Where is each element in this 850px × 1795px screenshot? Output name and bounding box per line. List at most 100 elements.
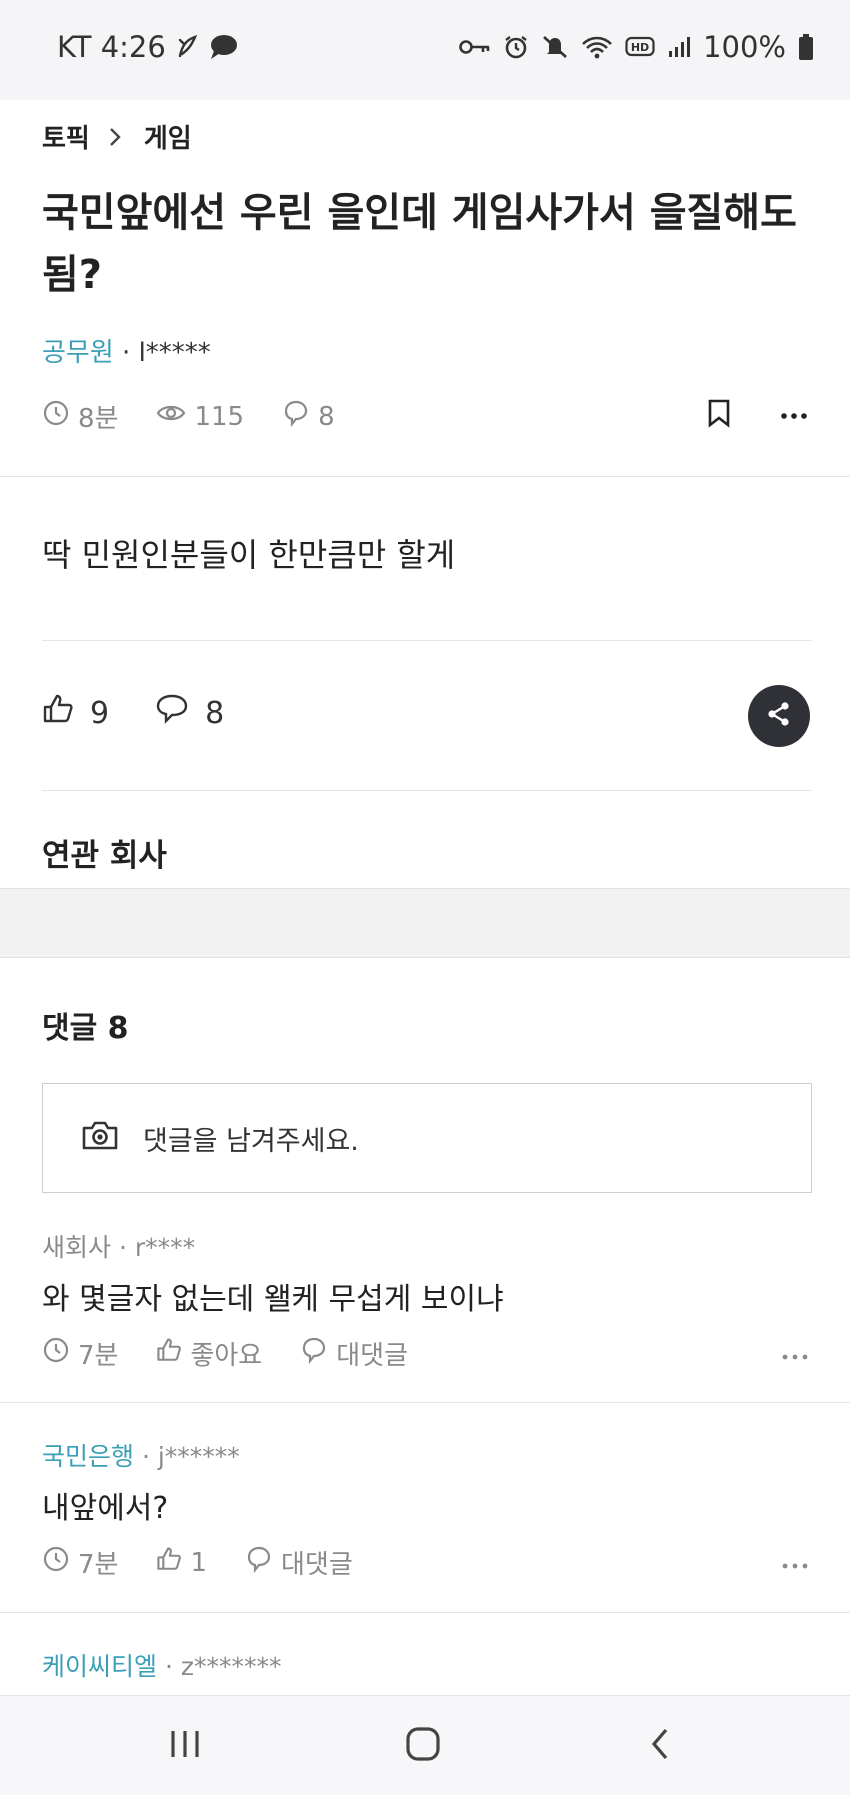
comment-text: 내앞에서? <box>42 1491 169 1526</box>
clock-icon <box>42 1545 70 1580</box>
author-separator: · <box>113 338 139 368</box>
thumbs-up-icon <box>42 693 74 733</box>
comment-input[interactable]: 댓글을 남겨주세요. <box>42 1083 812 1193</box>
system-nav-bar <box>0 1695 850 1795</box>
eye-icon <box>156 401 186 432</box>
more-options-icon[interactable] <box>780 406 808 425</box>
comment-reply-button[interactable]: 대댓글 <box>300 1335 408 1372</box>
post-time-text: 8분 <box>78 404 119 434</box>
author-company-link[interactable]: 공무원 <box>42 338 114 368</box>
post-views: 115 <box>156 401 244 432</box>
back-icon <box>648 1726 672 1766</box>
reaction-divider <box>42 790 812 791</box>
post-body: 딱 민원인분들이 한만큼만 할게 <box>42 536 456 574</box>
comment-author: 새회사 · r**** <box>42 1228 195 1264</box>
post-comments-text: 8 <box>318 401 335 432</box>
chevron-right-icon <box>108 125 126 149</box>
comment-divider <box>0 1402 850 1403</box>
comment-reply-label: 대댓글 <box>336 1341 408 1371</box>
carrier-time: KT 4:26 <box>57 30 166 64</box>
comment-count: 8 <box>205 695 225 731</box>
comment-like-button[interactable]: 좋아요 <box>156 1335 262 1372</box>
chat-bubble-icon <box>208 33 238 61</box>
post-time: 8분 <box>42 398 118 435</box>
thumbs-up-icon <box>156 1546 182 1579</box>
signal-icon <box>667 35 691 59</box>
status-left: KT 4:26 <box>57 30 238 64</box>
comment-author: 국민은행 · j****** <box>42 1437 240 1473</box>
post-meta: 8분 115 8 <box>42 398 335 435</box>
post-views-text: 115 <box>194 401 245 432</box>
share-button[interactable] <box>748 685 810 747</box>
comment-company-link[interactable]: 케이씨티엘 <box>42 1652 157 1681</box>
comment-like-count: 1 <box>190 1547 208 1578</box>
recent-apps-icon <box>167 1727 203 1765</box>
hd-icon: HD <box>625 35 655 59</box>
thumbs-up-icon <box>156 1337 182 1370</box>
comment-icon <box>300 1336 328 1371</box>
comment-company: 새회사 <box>42 1233 112 1262</box>
more-options-icon[interactable] <box>782 1346 808 1365</box>
comment-reply-button[interactable]: 대댓글 <box>245 1544 353 1581</box>
status-bar: KT 4:26 HD 100% <box>0 0 850 100</box>
comment-like-button[interactable]: 1 <box>156 1546 207 1579</box>
share-icon <box>765 700 793 732</box>
comment-reply-label: 대댓글 <box>281 1550 353 1580</box>
comment-icon <box>245 1545 273 1580</box>
comment-time-text: 7분 <box>78 1341 119 1371</box>
header-divider <box>0 476 850 477</box>
related-companies-title: 연관 회사 <box>42 838 167 874</box>
comment-input-placeholder: 댓글을 남겨주세요. <box>143 1125 359 1157</box>
clock-icon <box>42 1336 70 1371</box>
section-separator <box>0 888 850 958</box>
post-comments: 8 <box>282 399 335 434</box>
clock-icon <box>42 399 70 434</box>
comment-author-separator: · <box>111 1233 135 1262</box>
comment-author: 케이씨티엘 · z******* <box>42 1647 281 1683</box>
comment-user: r**** <box>134 1233 196 1262</box>
post-actions <box>706 398 808 432</box>
bookmark-icon[interactable] <box>706 398 732 432</box>
comments-title: 댓글 8 <box>42 1011 129 1046</box>
comment-user: j****** <box>157 1442 240 1471</box>
home-icon <box>404 1725 442 1767</box>
comment-author-separator: · <box>134 1442 158 1471</box>
comment-company-link[interactable]: 국민은행 <box>42 1442 134 1471</box>
wifi-icon <box>581 34 613 60</box>
comment-meta: 7분 1 대댓글 <box>42 1544 353 1581</box>
body-divider <box>42 640 812 641</box>
mute-icon <box>541 34 569 60</box>
comment-meta: 7분 좋아요 대댓글 <box>42 1335 408 1372</box>
battery-icon <box>798 33 814 61</box>
comment-button[interactable]: 8 <box>155 693 224 733</box>
status-right: HD 100% <box>459 30 814 64</box>
post-title: 국민앞에선 우린 을인데 게임사가서 을질해도 됨? <box>42 190 797 298</box>
camera-icon[interactable] <box>81 1119 119 1158</box>
recent-apps-button[interactable] <box>155 1724 215 1768</box>
reaction-row: 9 8 <box>42 693 224 733</box>
like-count: 9 <box>90 695 110 731</box>
alarm-icon <box>503 34 529 60</box>
comment-time: 7분 <box>42 1335 118 1372</box>
back-button[interactable] <box>630 1724 690 1768</box>
comment-bubble-icon <box>155 693 189 733</box>
post-author: 공무원 · l***** <box>42 332 211 369</box>
more-options-icon[interactable] <box>782 1555 808 1574</box>
comment-time-text: 7분 <box>78 1550 119 1580</box>
comment-icon <box>282 399 310 434</box>
comment-like-label: 좋아요 <box>190 1341 263 1371</box>
author-id: l***** <box>138 338 211 368</box>
key-icon <box>459 37 491 57</box>
like-button[interactable]: 9 <box>42 693 109 733</box>
breadcrumb-root[interactable]: 토픽 <box>42 118 90 155</box>
comment-divider <box>0 1612 850 1613</box>
breadcrumb-current[interactable]: 게임 <box>144 118 192 155</box>
leaf-icon <box>176 34 198 60</box>
home-button[interactable] <box>393 1724 453 1768</box>
svg-text:HD: HD <box>631 41 649 54</box>
battery-percent: 100% <box>703 30 786 64</box>
breadcrumb: 토픽 게임 <box>42 118 192 155</box>
comment-text: 와 몇글자 없는데 왤케 무섭게 보이냐 <box>42 1282 504 1317</box>
comment-author-separator: · <box>157 1652 181 1681</box>
comment-time: 7분 <box>42 1544 118 1581</box>
